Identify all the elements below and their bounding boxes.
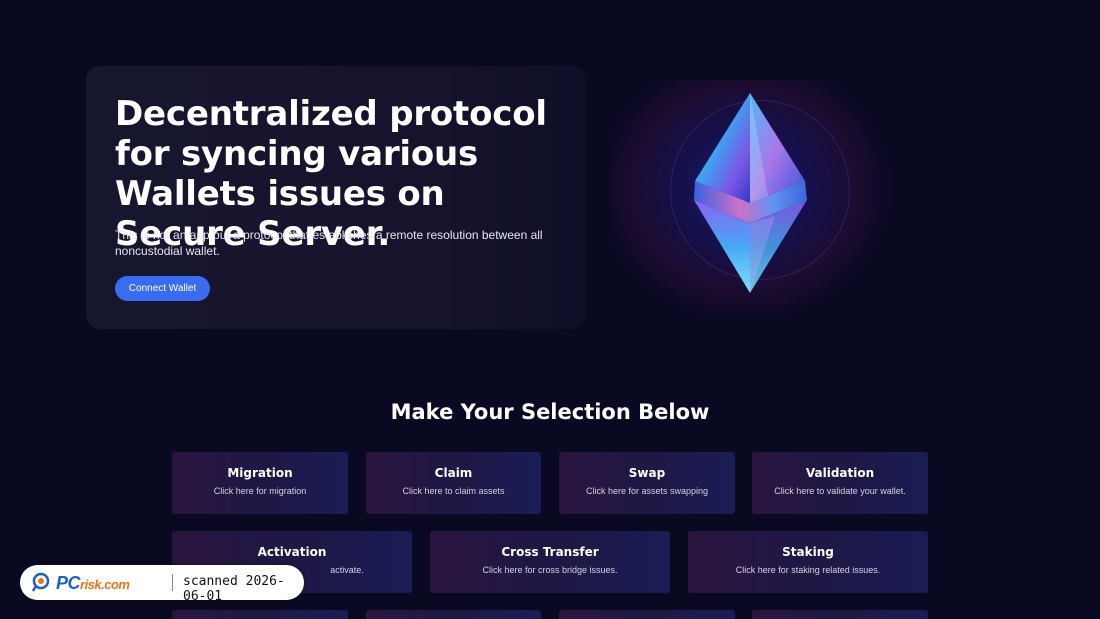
card-claim[interactable]: Claim Click here to claim assets	[366, 452, 541, 514]
card-partial[interactable]	[559, 610, 735, 619]
card-partial[interactable]	[172, 610, 348, 619]
watermark-brand: PCrisk.com	[56, 573, 130, 593]
card-description: Click here for migration	[213, 486, 307, 496]
divider	[172, 574, 173, 591]
card-title: Claim	[434, 466, 473, 480]
card-staking[interactable]: Staking Click here for staking related i…	[688, 531, 928, 593]
card-description: Click here to validate your wallet.	[774, 486, 906, 496]
ethereum-graphic	[610, 80, 890, 320]
card-title: Cross Transfer	[501, 545, 599, 559]
card-title: Validation	[805, 466, 875, 480]
watermark-badge: PCrisk.com scanned 2026-06-01	[20, 565, 304, 604]
card-partial[interactable]	[752, 610, 928, 619]
card-description: Click here for staking related issues.	[735, 565, 881, 575]
hero-subtitle: This is not an app but a protocol that e…	[115, 228, 543, 258]
pcrisk-logo-icon	[32, 572, 50, 592]
card-validation[interactable]: Validation Click here to validate your w…	[752, 452, 928, 514]
card-swap[interactable]: Swap Click here for assets swapping	[559, 452, 735, 514]
connect-wallet-button[interactable]: Connect Wallet	[115, 276, 210, 301]
page: Decentralized protocol for syncing vario…	[0, 0, 1100, 619]
card-title: Migration	[227, 466, 293, 480]
card-partial[interactable]	[366, 610, 541, 619]
card-title: Staking	[782, 545, 834, 559]
card-title: Swap	[628, 466, 666, 480]
card-title: Activation	[257, 545, 327, 559]
card-description: Click here for cross bridge issues.	[482, 565, 618, 575]
card-description: Click here for assets swapping	[585, 486, 709, 496]
ethereum-icon	[694, 93, 807, 293]
card-cross-transfer[interactable]: Cross Transfer Click here for cross brid…	[430, 531, 670, 593]
card-migration[interactable]: Migration Click here for migration	[172, 452, 348, 514]
card-description: Click here to claim assets	[402, 486, 505, 496]
section-title: Make Your Selection Below	[390, 400, 710, 424]
watermark-text: scanned 2026-06-01	[183, 574, 285, 604]
